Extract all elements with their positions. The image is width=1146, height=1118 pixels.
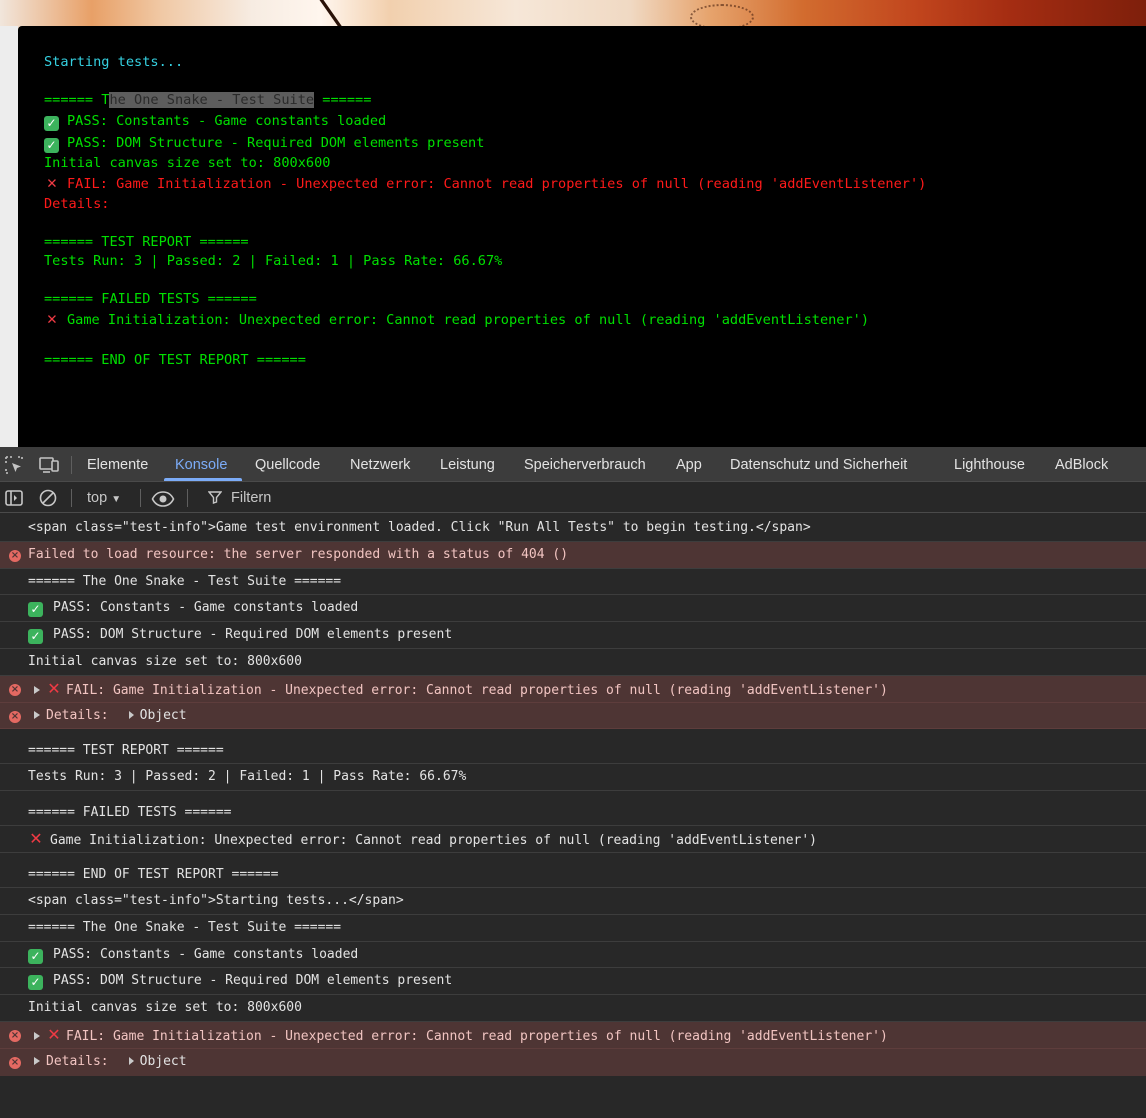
console-message: Initial canvas size set to: 800x600 bbox=[0, 995, 1146, 1022]
console-message: <span class="test-info">Starting tests..… bbox=[0, 888, 1146, 915]
check-mark-icon: ✓ bbox=[44, 138, 59, 153]
tab-sources[interactable]: Quellcode bbox=[255, 447, 320, 482]
expand-triangle-icon bbox=[34, 1056, 40, 1065]
expand-triangle-icon bbox=[34, 685, 40, 694]
console-message: ✓ PASS: DOM Structure - Required DOM elem… bbox=[0, 622, 1146, 649]
toolbar-divider bbox=[71, 456, 72, 474]
filter-input[interactable]: Filtern bbox=[231, 483, 271, 513]
cross-mark-icon: ✕ bbox=[29, 829, 43, 849]
devtools-panel: Elemente Konsole Quellcode Netzwerk Leis… bbox=[0, 447, 1146, 1118]
console-error-message[interactable]: × Details: Object bbox=[0, 702, 1146, 730]
console-message: ====== The One Snake - Test Suite ====== bbox=[0, 915, 1146, 942]
output-line-report-header: ====== TEST REPORT ====== bbox=[44, 234, 249, 250]
output-line-report-stats: Tests Run: 3 | Passed: 2 | Failed: 1 | P… bbox=[44, 253, 503, 269]
console-message: ✓ PASS: Constants - Game constants loaded bbox=[0, 942, 1146, 969]
error-icon: × bbox=[9, 1029, 21, 1042]
console-error-message[interactable]: × ✕ FAIL: Game Initialization - Unexpected… bbox=[0, 675, 1146, 703]
check-mark-icon: ✓ bbox=[28, 602, 43, 618]
console-message: ====== FAILED TESTS ====== bbox=[0, 791, 1146, 827]
chevron-down-icon: ▼ bbox=[111, 494, 122, 505]
active-tab-indicator bbox=[164, 478, 242, 481]
console-message: <span class="test-info">Game test enviro… bbox=[0, 515, 1146, 542]
output-line-starting: Starting tests... bbox=[44, 54, 184, 70]
console-message: ✓ PASS: DOM Structure - Required DOM elem… bbox=[0, 968, 1146, 996]
console-message: Initial canvas size set to: 800x600 bbox=[0, 649, 1146, 676]
tab-elements[interactable]: Elemente bbox=[87, 447, 148, 482]
output-line-info: Initial canvas size set to: 800x600 bbox=[44, 155, 331, 171]
check-mark-icon: ✓ bbox=[28, 629, 43, 645]
output-line-suite-header: ====== The One Snake - Test Suite ====== bbox=[44, 92, 372, 108]
tab-console[interactable]: Konsole bbox=[175, 447, 227, 482]
error-icon: × bbox=[9, 710, 21, 723]
inspect-element-icon[interactable] bbox=[4, 455, 24, 475]
page-margin bbox=[0, 26, 18, 447]
cross-mark-icon: ✕ bbox=[46, 176, 58, 192]
console-message: ✕ Game Initialization: Unexpected error: … bbox=[0, 826, 1146, 853]
toolbar-divider bbox=[71, 489, 72, 507]
console-toolbar: top ▼ Filtern bbox=[0, 483, 1146, 513]
output-line-failed-item: ✕ Game Initialization: Unexpected error: … bbox=[44, 309, 1146, 331]
expand-triangle-icon bbox=[128, 710, 134, 719]
check-mark-icon: ✓ bbox=[28, 948, 43, 964]
output-line-fail: ✕ FAIL: Game Initialization - Unexpected … bbox=[44, 173, 1146, 195]
tab-privacy-security[interactable]: Datenschutz und Sicherheit bbox=[730, 447, 907, 482]
output-line-pass: ✓ PASS: Constants - Game constants loaded bbox=[44, 110, 1146, 132]
cross-mark-icon: ✕ bbox=[46, 312, 58, 328]
tab-application[interactable]: App bbox=[676, 447, 702, 482]
console-error-message[interactable]: × ✕ FAIL: Game Initialization - Unexpected… bbox=[0, 1021, 1146, 1049]
cross-mark-icon: ✕ bbox=[47, 678, 61, 698]
text-selection-highlight: he One Snake - Test Suite bbox=[109, 92, 315, 108]
tab-network[interactable]: Netzwerk bbox=[350, 447, 410, 482]
output-line-end: ====== END OF TEST REPORT ====== bbox=[44, 352, 306, 368]
console-message: ✓ PASS: Constants - Game constants loaded bbox=[0, 595, 1146, 623]
expand-triangle-icon bbox=[34, 710, 40, 719]
cross-mark-icon: ✕ bbox=[47, 1024, 61, 1044]
console-error-message: × Failed to load resource: the server res… bbox=[0, 541, 1146, 569]
output-line-failed-header: ====== FAILED TESTS ====== bbox=[44, 291, 257, 307]
tab-memory[interactable]: Speicherverbrauch bbox=[524, 447, 646, 482]
console-message: Tests Run: 3 | Passed: 2 | Failed: 1 | P… bbox=[0, 764, 1146, 792]
live-expression-eye-icon[interactable] bbox=[151, 489, 175, 509]
filter-icon bbox=[207, 483, 223, 513]
expand-triangle-icon bbox=[128, 1056, 134, 1065]
toolbar-divider bbox=[187, 489, 188, 507]
error-icon: × bbox=[9, 549, 21, 562]
tab-lighthouse[interactable]: Lighthouse bbox=[954, 447, 1025, 482]
output-line-pass: ✓ PASS: DOM Structure - Required DOM elem… bbox=[44, 132, 1146, 154]
error-icon: × bbox=[9, 1056, 21, 1069]
console-message: ====== The One Snake - Test Suite ====== bbox=[0, 569, 1146, 596]
context-selector[interactable]: top ▼ bbox=[87, 483, 121, 513]
device-toolbar-icon[interactable] bbox=[38, 455, 59, 475]
expand-triangle-icon bbox=[34, 1031, 40, 1040]
error-icon: × bbox=[9, 683, 21, 696]
check-mark-icon: ✓ bbox=[44, 116, 59, 131]
check-mark-icon: ✓ bbox=[28, 975, 43, 991]
web-page-viewport: Starting tests... ====== The One Snake -… bbox=[0, 0, 1146, 447]
tab-adblock[interactable]: AdBlock bbox=[1055, 447, 1108, 482]
toolbar-divider bbox=[140, 489, 141, 507]
console-error-message[interactable]: × Details: Object bbox=[0, 1048, 1146, 1076]
sidebar-toggle-icon[interactable] bbox=[4, 488, 24, 508]
clear-console-icon[interactable] bbox=[38, 488, 58, 508]
console-messages: <span class="test-info">Game test enviro… bbox=[0, 515, 1146, 1076]
output-line-details: Details: bbox=[44, 196, 110, 212]
test-output-panel: Starting tests... ====== The One Snake -… bbox=[18, 26, 1146, 447]
tab-performance[interactable]: Leistung bbox=[440, 447, 495, 482]
devtools-tab-bar: Elemente Konsole Quellcode Netzwerk Leis… bbox=[0, 447, 1146, 482]
console-message: ====== TEST REPORT ====== bbox=[0, 729, 1146, 765]
console-message: ====== END OF TEST REPORT ====== bbox=[0, 853, 1146, 888]
